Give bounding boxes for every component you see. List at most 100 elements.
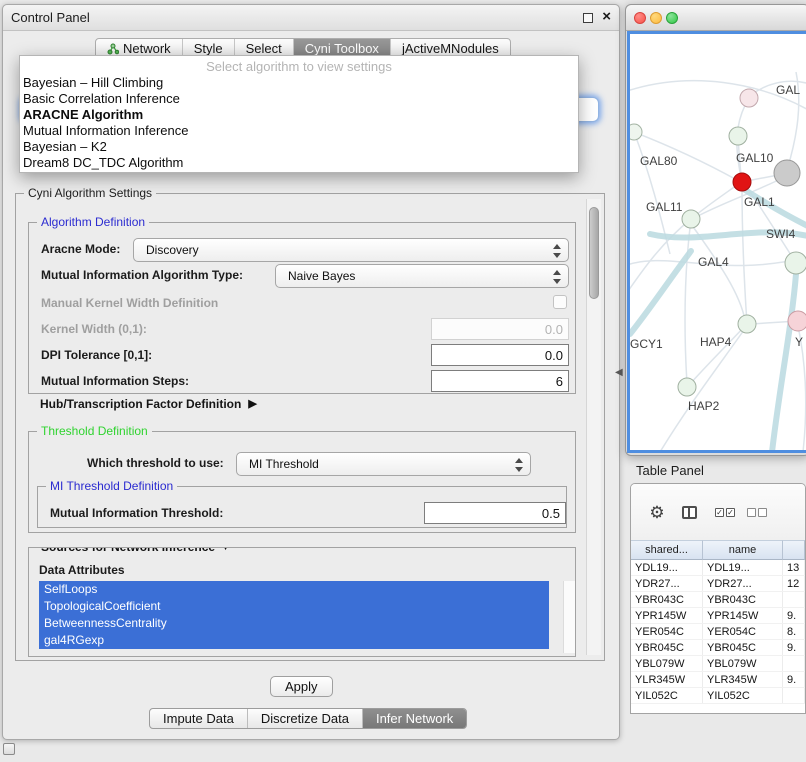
combo-arrows-icon	[553, 244, 562, 258]
algorithm-definition-group: Algorithm Definition Aracne Mode: Discov…	[28, 222, 576, 394]
dpi-tolerance-input[interactable]	[431, 344, 569, 366]
network-node[interactable]	[630, 124, 642, 140]
tab-infer-network[interactable]: Infer Network	[362, 709, 466, 728]
list-item-selected[interactable]: gal4RGexp	[39, 632, 549, 649]
network-node[interactable]	[740, 89, 758, 107]
algorithm-option[interactable]: Bayesian – K2	[20, 139, 578, 155]
list-scrollbar[interactable]	[563, 581, 576, 653]
select-all-rows-button[interactable]: ✓ ✓	[713, 506, 737, 518]
mi-steps-input[interactable]	[431, 370, 569, 392]
node-label: HAP2	[688, 399, 720, 413]
table-row[interactable]: YER054C YER054C 8.	[631, 624, 805, 640]
control-panel: Control Panel × Network Style Select	[2, 4, 620, 740]
sources-group: Sources for Network Inference ▼ Data Att…	[28, 547, 576, 657]
gear-icon: ⚙	[649, 504, 664, 521]
node-label: GAL11	[646, 200, 683, 214]
network-window: GAL GAL80 GAL10 GAL11 GAL1 SWI4 GAL4 GCY…	[625, 4, 806, 456]
column-chooser-button[interactable]	[679, 504, 699, 520]
float-panel-icon[interactable]	[583, 13, 593, 23]
threshold-definition-group: Threshold Definition Which threshold to …	[28, 431, 576, 533]
window-close-button[interactable]	[634, 12, 646, 24]
table-row[interactable]: YBR045C YBR045C 9.	[631, 640, 805, 656]
kernel-width-input[interactable]	[431, 318, 569, 340]
table-body: YDL19... YDL19... 13 YDR27... YDR27... 1…	[631, 560, 805, 713]
mi-type-value: Naive Bayes	[288, 269, 355, 283]
application-window: Control Panel × Network Style Select	[0, 0, 806, 762]
node-label: GAL1	[744, 195, 775, 209]
aracne-mode-label: Aracne Mode:	[41, 242, 120, 256]
control-panel-titlebar: Control Panel ×	[3, 5, 619, 31]
table-panel: ⚙ ✓ ✓ shared... name	[630, 483, 806, 714]
corner-grip-icon[interactable]	[3, 743, 15, 755]
panel-title: Control Panel	[11, 10, 90, 25]
list-item-selected[interactable]: BetweennessCentrality	[39, 615, 549, 632]
algorithm-option-selected[interactable]: ARACNE Algorithm	[20, 107, 578, 123]
algorithm-option[interactable]: Dream8 DC_TDC Algorithm	[20, 155, 578, 171]
table-row[interactable]: YIL052C YIL052C	[631, 688, 805, 704]
network-node[interactable]	[738, 315, 756, 333]
node-label: GAL4	[698, 255, 729, 269]
table-toolbar: ⚙ ✓ ✓	[631, 484, 805, 540]
network-node[interactable]	[774, 160, 800, 186]
table-row[interactable]: YLR345W YLR345W 9.	[631, 672, 805, 688]
hub-section-toggle[interactable]: Hub/Transcription Factor Definition ▶	[40, 397, 257, 411]
which-threshold-value: MI Threshold	[249, 457, 319, 471]
threshold-definition-legend: Threshold Definition	[37, 424, 152, 438]
window-zoom-button[interactable]	[666, 12, 678, 24]
column-header-name[interactable]: name	[703, 540, 783, 560]
data-attributes-label: Data Attributes	[39, 563, 125, 577]
table-row[interactable]: YPR145W YPR145W 9.	[631, 608, 805, 624]
table-row[interactable]: YBL079W YBL079W	[631, 656, 805, 672]
dpi-tolerance-label: DPI Tolerance [0,1]:	[41, 348, 152, 362]
network-node[interactable]	[788, 311, 806, 331]
close-panel-icon[interactable]: ×	[602, 9, 611, 25]
network-window-titlebar	[626, 5, 806, 31]
algorithm-option[interactable]: Basic Correlation Inference	[20, 91, 578, 107]
dropdown-prompt: Select algorithm to view settings	[20, 58, 578, 75]
node-label: GAL80	[640, 154, 678, 168]
manual-kernel-label: Manual Kernel Width Definition	[41, 296, 218, 310]
mi-steps-label: Mutual Information Steps:	[41, 374, 189, 388]
network-node[interactable]	[785, 252, 806, 274]
which-threshold-select[interactable]: MI Threshold	[236, 452, 531, 476]
table-row[interactable]: YBR043C YBR043C	[631, 592, 805, 608]
algorithm-option[interactable]: Mutual Information Inference	[20, 123, 578, 139]
manual-kernel-checkbox[interactable]	[553, 295, 567, 309]
window-minimize-button[interactable]	[650, 12, 662, 24]
list-item-selected[interactable]: SelfLoops	[39, 581, 549, 598]
network-view-frame: GAL GAL80 GAL10 GAL11 GAL1 SWI4 GAL4 GCY…	[627, 31, 806, 453]
table-row[interactable]: YDR27... YDR27... 12	[631, 576, 805, 592]
tab-discretize-data[interactable]: Discretize Data	[247, 709, 362, 728]
node-label: Y	[795, 335, 803, 349]
deselect-all-rows-button[interactable]	[745, 506, 769, 518]
list-item-selected[interactable]: TopologicalCoefficient	[39, 598, 549, 615]
combo-arrows-icon	[515, 458, 524, 472]
network-node[interactable]	[729, 127, 747, 145]
node-label: GAL	[776, 83, 800, 97]
column-header-shared-name[interactable]: shared...	[631, 540, 703, 560]
sources-section-toggle[interactable]: Sources for Network Inference ▼	[37, 547, 235, 554]
mi-type-select[interactable]: Naive Bayes	[275, 264, 569, 288]
table-row[interactable]: YDL19... YDL19... 13	[631, 560, 805, 576]
scrollbar-thumb[interactable]	[589, 207, 599, 299]
algorithm-option[interactable]: Bayesian – Hill Climbing	[20, 75, 578, 91]
settings-scrollbar[interactable]	[586, 199, 601, 655]
data-attributes-list[interactable]: SelfLoopsTopologicalCoefficientBetweenne…	[39, 581, 563, 653]
apply-button[interactable]: Apply	[270, 676, 333, 697]
network-icon	[107, 43, 119, 55]
splitter-collapse-arrow[interactable]: ◀	[615, 367, 623, 378]
node-label: GCY1	[630, 337, 663, 351]
table-header: shared... name	[631, 540, 805, 560]
table-settings-button[interactable]: ⚙	[645, 500, 669, 524]
kernel-width-label: Kernel Width (0,1):	[41, 322, 147, 336]
aracne-mode-select[interactable]: Discovery	[133, 238, 569, 262]
node-label: SWI4	[766, 227, 796, 241]
network-node[interactable]	[678, 378, 696, 396]
column-header-extra[interactable]	[783, 540, 805, 560]
mi-threshold-input[interactable]	[424, 502, 566, 524]
tab-impute-data[interactable]: Impute Data	[150, 709, 247, 728]
network-canvas[interactable]: GAL GAL80 GAL10 GAL11 GAL1 SWI4 GAL4 GCY…	[630, 34, 806, 450]
network-node[interactable]	[682, 210, 700, 228]
hub-section-label: Hub/Transcription Factor Definition	[40, 397, 241, 411]
network-node-highlighted[interactable]	[733, 173, 751, 191]
